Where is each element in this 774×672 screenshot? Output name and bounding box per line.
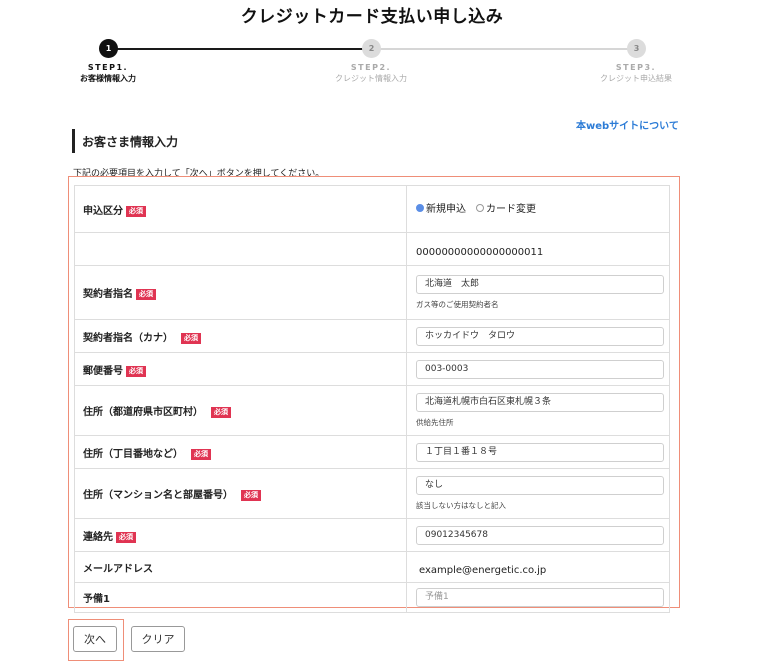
step-1-label: STEP1. お客様情報入力 <box>48 62 168 84</box>
step-3-label: STEP3. クレジット申込結果 <box>576 62 696 84</box>
radio-new-application[interactable]: 新規申込 <box>416 200 466 215</box>
spare1-input[interactable]: 予備1 <box>416 588 664 607</box>
step-2-label: STEP2. クレジット情報入力 <box>311 62 431 84</box>
spare1-label: 予備1 <box>83 594 110 605</box>
address-block-label-cell: 住所（丁目番地など） 必須 <box>74 435 407 469</box>
row-address-block: 住所（丁目番地など） 必須 １丁目１番１８号 <box>74 435 670 469</box>
customer-number-value: 00000000000000000011 <box>416 246 544 258</box>
step-2-description: クレジット情報入力 <box>335 74 407 83</box>
required-badge: 必須 <box>191 448 211 460</box>
radio-card-change[interactable]: カード変更 <box>476 200 536 215</box>
radio-card-change-label: カード変更 <box>486 204 536 215</box>
row-address-city: 住所（都道府県市区町村） 必須 北海道札幌市白石区東札幌３条 供給先住所 <box>74 385 670 436</box>
step-2-code: STEP2. <box>350 63 392 72</box>
row-spare1: 予備1 予備1 <box>74 582 670 613</box>
phone-label-cell: 連絡先 必須 <box>74 518 407 552</box>
page-title: クレジットカード支払い申し込み <box>240 7 504 27</box>
step-3-circle: 3 <box>627 39 646 58</box>
section-title: お客さま情報入力 <box>72 129 178 153</box>
address-city-input[interactable]: 北海道札幌市白石区東札幌３条 <box>416 393 664 412</box>
contract-name-kana-value-cell: ホッカイドウ タロウ <box>406 319 670 353</box>
address-building-input[interactable]: なし <box>416 476 664 495</box>
postal-code-label: 郵便番号 <box>83 365 123 377</box>
step-2-circle: 2 <box>362 39 381 58</box>
radio-selected-icon[interactable] <box>416 203 424 212</box>
spare1-label-cell: 予備1 <box>74 582 407 613</box>
address-block-input[interactable]: １丁目１番１８号 <box>416 442 664 462</box>
step-3-description: クレジット申込結果 <box>600 74 672 83</box>
row-contract-name-kana: 契約者指名（カナ） 必須 ホッカイドウ タロウ <box>74 319 670 353</box>
postal-code-input[interactable]: 003-0003 <box>416 359 664 379</box>
application-type-label-cell: 申込区分 必須 <box>74 185 407 233</box>
phone-value-cell: 09012345678 <box>406 518 670 552</box>
spare1-value-cell: 予備1 <box>406 582 670 613</box>
contract-name-value-cell: 北海道 太郎 ガス等のご使用契約者名 <box>406 265 670 320</box>
address-building-label-cell: 住所（マンション名と部屋番号） 必須 <box>74 468 407 519</box>
row-postal-code: 郵便番号 必須 003-0003 <box>74 352 670 386</box>
next-button[interactable]: 次へ <box>73 626 117 652</box>
required-badge: 必須 <box>241 490 261 501</box>
email-value-cell: example@energetic.co.jp <box>406 551 670 583</box>
address-city-label-cell: 住所（都道府県市区町村） 必須 <box>74 385 407 436</box>
contract-name-label-cell: 契約者指名 必須 <box>74 265 407 320</box>
application-type-radio-group: 新規申込 カード変更 <box>416 200 661 215</box>
email-label: メールアドレス <box>83 563 153 575</box>
row-phone: 連絡先 必須 09012345678 <box>74 518 670 552</box>
row-customer-number: 00000000000000000011 <box>74 232 670 266</box>
address-building-label: 住所（マンション名と部屋番号） <box>83 490 233 501</box>
address-building-hint: 該当しない方はなしと記入 <box>416 501 506 510</box>
step-1-description: お客様情報入力 <box>80 74 136 83</box>
step-connector-1 <box>108 48 371 50</box>
address-city-value-cell: 北海道札幌市白石区東札幌３条 供給先住所 <box>406 385 670 436</box>
postal-code-value-cell: 003-0003 <box>406 352 670 386</box>
phone-input[interactable]: 09012345678 <box>416 525 664 545</box>
customer-number-value-cell: 00000000000000000011 <box>406 232 670 266</box>
row-application-type: 申込区分 必須 新規申込 カード変更 <box>74 185 670 233</box>
address-block-value-cell: １丁目１番１８号 <box>406 435 670 469</box>
postal-code-label-cell: 郵便番号 必須 <box>74 352 407 386</box>
phone-label: 連絡先 <box>83 531 113 543</box>
clear-button[interactable]: クリア <box>131 626 185 652</box>
address-city-label: 住所（都道府県市区町村） <box>83 407 203 418</box>
email-value: example@energetic.co.jp <box>419 564 547 576</box>
required-badge: 必須 <box>116 531 136 543</box>
row-email: メールアドレス example@energetic.co.jp <box>74 551 670 583</box>
contract-name-kana-input[interactable]: ホッカイドウ タロウ <box>416 326 664 346</box>
row-address-building: 住所（マンション名と部屋番号） 必須 なし 該当しない方はなしと記入 <box>74 468 670 519</box>
about-website-link[interactable]: 本webサイトについて <box>576 117 679 132</box>
progress-stepper: 1 2 3 STEP1. お客様情報入力 STEP2. クレジット情報入力 ST… <box>0 38 774 90</box>
step-connector-2 <box>371 48 637 50</box>
contract-name-kana-label: 契約者指名（カナ） <box>83 332 173 344</box>
contract-name-label: 契約者指名 <box>83 289 133 300</box>
required-badge: 必須 <box>126 365 146 377</box>
contract-name-kana-label-cell: 契約者指名（カナ） 必須 <box>74 319 407 353</box>
required-badge: 必須 <box>211 407 231 418</box>
row-contract-name: 契約者指名 必須 北海道 太郎 ガス等のご使用契約者名 <box>74 265 670 320</box>
email-label-cell: メールアドレス <box>74 551 407 583</box>
address-city-hint: 供給先住所 <box>416 418 454 427</box>
required-badge: 必須 <box>136 289 156 300</box>
radio-new-application-label: 新規申込 <box>426 204 466 215</box>
address-building-value-cell: なし 該当しない方はなしと記入 <box>406 468 670 519</box>
address-block-label: 住所（丁目番地など） <box>83 448 183 460</box>
customer-number-label-cell <box>74 232 407 266</box>
step-1-code: STEP1. <box>87 63 129 72</box>
contract-name-hint: ガス等のご使用契約者名 <box>416 300 499 309</box>
contract-name-input[interactable]: 北海道 太郎 <box>416 275 664 294</box>
radio-unselected-icon[interactable] <box>476 203 484 212</box>
application-type-label: 申込区分 <box>83 205 123 217</box>
customer-info-form: 申込区分 必須 新規申込 カード変更 00000000000000000011 契… <box>74 185 670 613</box>
required-badge: 必須 <box>126 205 146 217</box>
required-badge: 必須 <box>181 332 201 344</box>
step-1-circle: 1 <box>99 39 118 58</box>
application-type-value-cell: 新規申込 カード変更 <box>406 185 670 233</box>
step-3-code: STEP3. <box>615 63 657 72</box>
